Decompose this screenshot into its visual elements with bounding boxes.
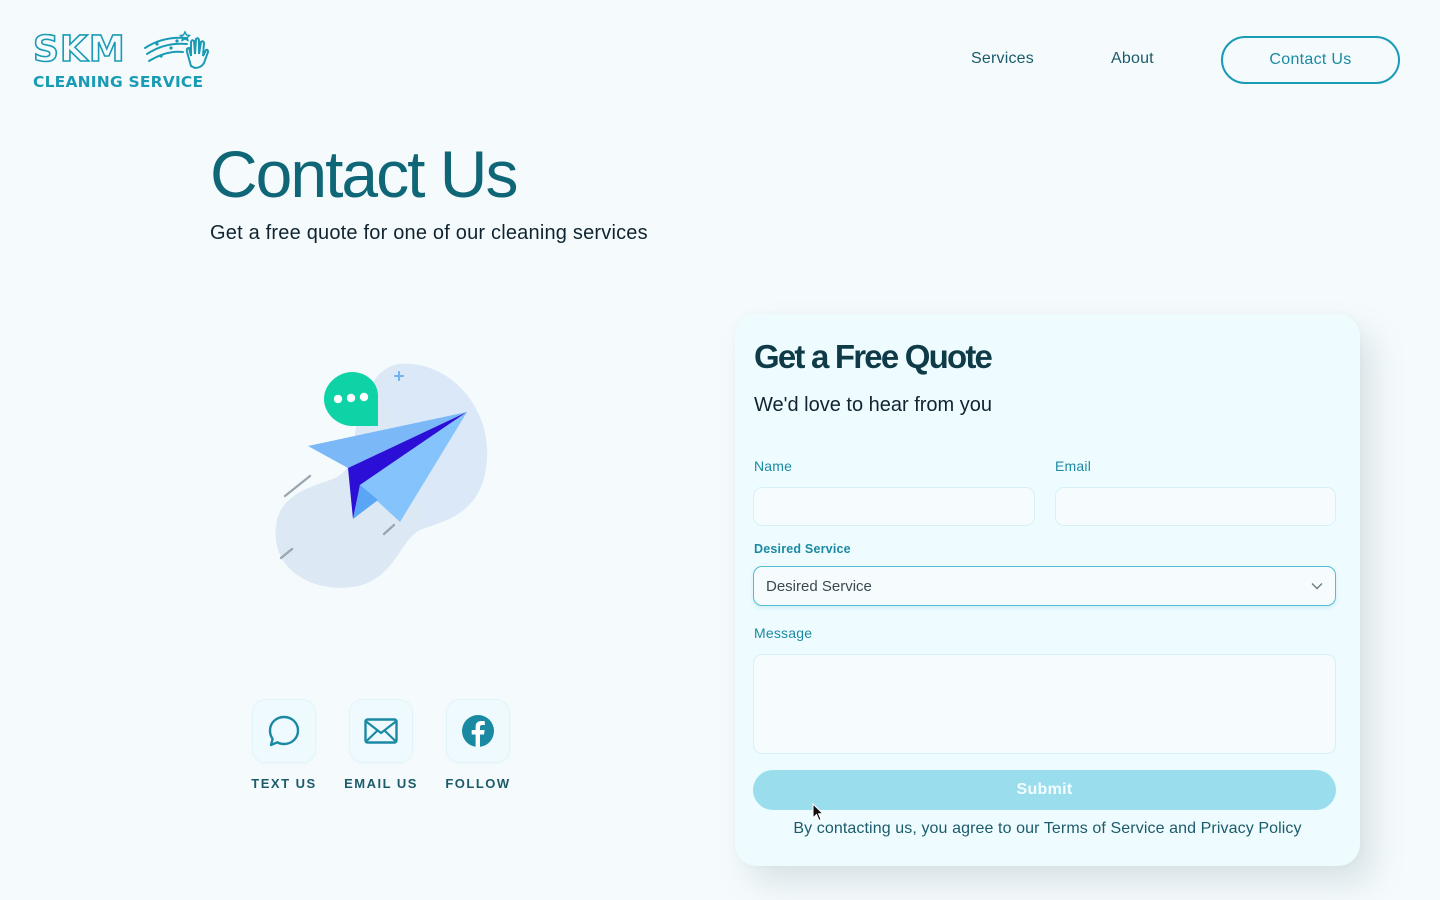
logo-tagline: CLEANING SERVICE — [33, 73, 204, 91]
logo-wordmark: SKM — [32, 29, 126, 71]
chat-bubble-icon — [268, 715, 300, 747]
nav-contact-button[interactable]: Contact Us — [1221, 36, 1400, 84]
form-subtitle: We'd love to hear from you — [754, 394, 993, 416]
email-us-method[interactable]: EMAIL US — [344, 699, 416, 791]
nav-about-link[interactable]: About — [1111, 50, 1154, 68]
text-us-tile[interactable] — [252, 699, 316, 763]
page-title: Contact Us — [210, 137, 518, 211]
form-title: Get a Free Quote — [754, 338, 993, 375]
brand-logo[interactable]: SKM CLEANING SERVICE — [32, 29, 223, 94]
email-input[interactable] — [1055, 487, 1336, 526]
email-us-label: EMAIL US — [344, 776, 418, 791]
chevron-down-icon — [1311, 583, 1323, 590]
sparkle-hand-icon — [144, 30, 210, 70]
contact-page: SKM CLEANING SERVICE Services About Cont… — [0, 0, 1440, 900]
nav-services-link[interactable]: Services — [971, 50, 1034, 68]
name-label: Name — [754, 458, 793, 474]
message-label: Message — [754, 625, 813, 641]
service-label: Desired Service — [754, 542, 851, 556]
email-label: Email — [1055, 458, 1092, 474]
service-select-value: Desired Service — [766, 577, 872, 595]
follow-label: FOLLOW — [445, 776, 511, 791]
page-subtitle: Get a free quote for one of our cleaning… — [210, 222, 648, 244]
follow-tile[interactable] — [446, 699, 510, 763]
terms-notice: By contacting us, you agree to our Terms… — [793, 820, 1302, 837]
envelope-icon — [364, 718, 398, 744]
contact-methods: TEXT US EMAIL US FOLLOW — [251, 699, 511, 791]
email-us-tile[interactable] — [349, 699, 413, 763]
paper-plane-illustration — [275, 363, 488, 588]
chat-bubble-icon — [324, 372, 378, 426]
quote-form-card: Get a Free Quote We'd love to hear from … — [735, 314, 1360, 866]
text-us-label: TEXT US — [251, 776, 317, 791]
facebook-icon — [462, 715, 494, 747]
name-input[interactable] — [753, 487, 1035, 526]
mouse-cursor-icon — [812, 803, 824, 822]
text-us-method[interactable]: TEXT US — [251, 699, 317, 791]
submit-button[interactable]: Submit — [753, 770, 1336, 810]
service-select[interactable]: Desired Service — [753, 566, 1336, 606]
message-textarea[interactable] — [753, 654, 1336, 754]
follow-method[interactable]: FOLLOW — [445, 699, 511, 791]
